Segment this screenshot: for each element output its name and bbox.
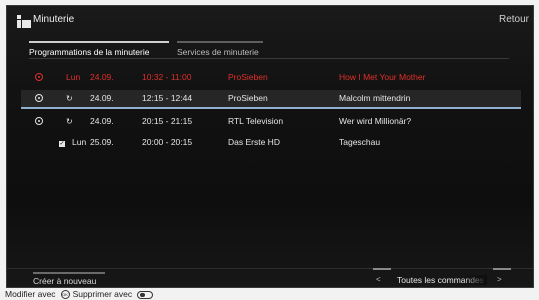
timer-row-selected[interactable]: ↻ 24.09. 12:15 - 12:44 ProSieben Malcolm…	[21, 90, 521, 109]
timer-date: 24.09.	[90, 93, 114, 103]
timer-day: Lun	[72, 137, 87, 147]
timer-row[interactable]: ↻ 24.09. 20:15 - 21:15 RTL Television We…	[21, 113, 521, 130]
tab-timer-programs[interactable]: Programmations de la minuterie	[29, 41, 169, 57]
timer-program: Wer wird Millionär?	[339, 116, 412, 126]
modify-hint: Modifier avec	[5, 289, 56, 299]
timer-channel: RTL Television	[228, 116, 284, 126]
series-icon: ↻	[66, 94, 73, 103]
chevron-right-icon[interactable]: >	[497, 275, 502, 284]
record-dot-icon	[35, 72, 45, 82]
timer-program: How I Met Your Mother	[339, 72, 426, 82]
timer-channel: ProSieben	[228, 93, 268, 103]
delete-hint: Supprimer avec	[72, 289, 133, 299]
tab-divider	[29, 58, 509, 59]
chevron-left-icon[interactable]: <	[376, 275, 381, 284]
filter-selector[interactable]: < Toutes les commandes >	[367, 268, 517, 285]
timer-row[interactable]: ✓ Lun 25.09. 20:00 - 20:15 Das Erste HD …	[21, 134, 521, 151]
nav-tick-left	[373, 268, 391, 270]
ok-button-icon: OK	[60, 290, 70, 300]
series-icon: ↻	[66, 117, 73, 126]
timer-date: 24.09.	[90, 72, 114, 82]
button-hints: Modifier avec OK Supprimer avec	[5, 289, 156, 300]
back-button[interactable]: Retour	[499, 14, 529, 25]
timer-time: 20:00 - 20:15	[142, 137, 193, 147]
timer-date: 25.09.	[90, 137, 114, 147]
timer-channel: Das Erste HD	[228, 137, 280, 147]
timer-panel: Minuterie Retour Programmations de la mi…	[6, 5, 534, 288]
toggle-button-icon	[137, 290, 154, 299]
filter-label: Toutes les commandes	[397, 275, 487, 285]
screen: Minuterie Retour Programmations de la mi…	[0, 0, 539, 300]
tab-timer-services[interactable]: Services de minuterie	[177, 41, 263, 57]
timer-program: Tageschau	[339, 137, 381, 147]
timer-row[interactable]: Lun 24.09. 10:32 - 11:00 ProSieben How I…	[21, 69, 521, 86]
timer-list: Lun 24.09. 10:32 - 11:00 ProSieben How I…	[21, 69, 521, 151]
create-new-button[interactable]: Créer à nouveau	[33, 272, 105, 286]
timer-time: 12:15 - 12:44	[142, 93, 193, 103]
timer-time: 20:15 - 21:15	[142, 116, 193, 126]
checkbox-checked-icon: ✓	[59, 141, 65, 147]
page-title: Minuterie	[33, 14, 75, 25]
record-dot-icon	[35, 116, 45, 126]
timer-program: Malcolm mittendrin	[339, 93, 411, 103]
nav-tick-right	[493, 268, 511, 270]
timer-channel: ProSieben	[228, 72, 268, 82]
record-dot-icon	[35, 93, 45, 103]
timer-app-icon	[17, 15, 31, 28]
timer-date: 24.09.	[90, 116, 114, 126]
timer-time: 10:32 - 11:00	[142, 72, 192, 82]
timer-day: Lun	[66, 72, 81, 82]
header: Minuterie Retour	[7, 6, 533, 34]
